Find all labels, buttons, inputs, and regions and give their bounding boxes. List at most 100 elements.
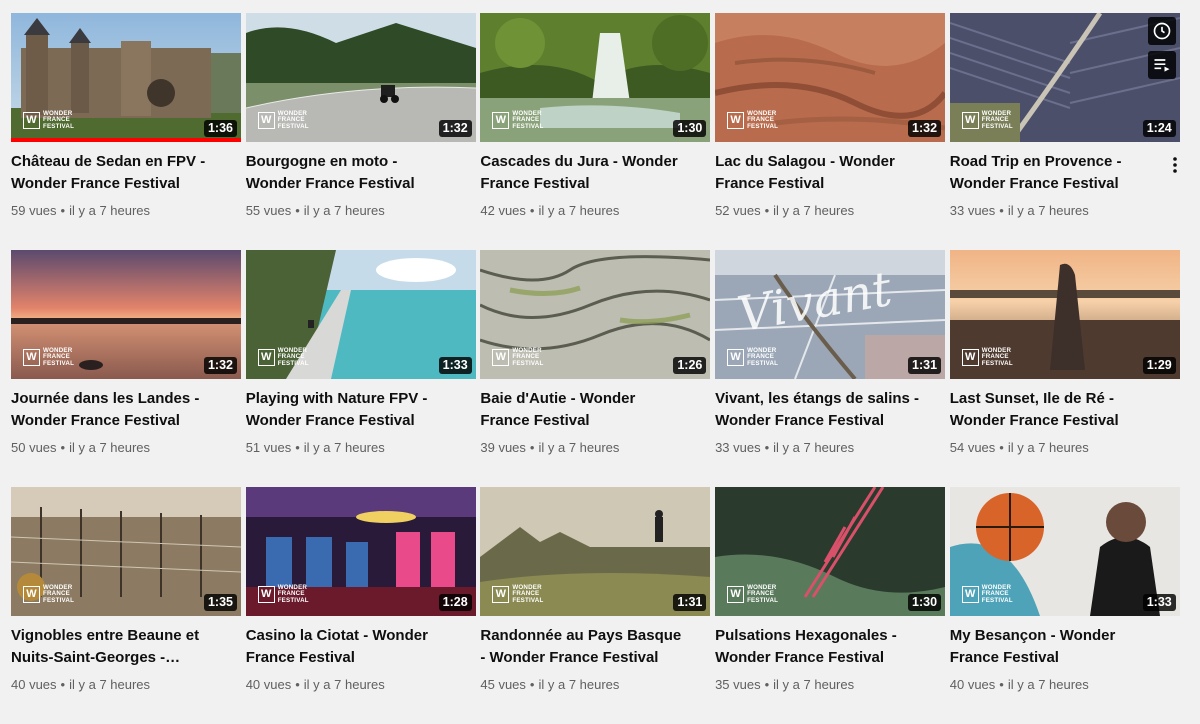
video-title[interactable]: Château de Sedan en FPV - Wonder France … — [11, 151, 216, 195]
wonder-france-festival-logo: W Wonder France Festival — [492, 347, 543, 367]
clock-icon[interactable] — [1147, 17, 1176, 45]
more-vert-icon[interactable] — [1168, 153, 1182, 177]
meta-separator: • — [999, 203, 1004, 218]
video-card[interactable]: W Wonder France Festival 1:30 Cascades d… — [480, 13, 711, 250]
watch-progress-bar — [11, 138, 241, 142]
video-thumbnail[interactable]: W Wonder France Festival 1:30 — [715, 487, 946, 616]
wonder-france-festival-logo: W Wonder France Festival — [23, 110, 74, 130]
duration-badge: 1:29 — [1142, 357, 1176, 374]
video-meta: 55 vues • il y a 7 heures — [246, 202, 476, 220]
duration-badge: 1:30 — [673, 120, 707, 137]
video-meta: 40 vues • il y a 7 heures — [246, 676, 476, 694]
video-card[interactable]: W Wonder France Festival 1:30 Pulsations… — [715, 487, 946, 724]
video-thumbnail[interactable]: W Wonder France Festival 1:32 — [715, 13, 946, 142]
video-card[interactable]: W Wonder France Festival 1:32 Lac du Sal… — [715, 13, 946, 250]
duration-badge: 1:32 — [203, 357, 237, 374]
wonder-france-festival-logo: W Wonder France Festival — [257, 584, 309, 604]
view-count: 33 vues — [715, 440, 761, 455]
upload-age: il y a 7 heures — [773, 440, 855, 455]
video-title[interactable]: Randonnée au Pays Basque - Wonder France… — [480, 625, 685, 669]
video-card[interactable]: W Wonder France Festival 1:32 Bourgogne … — [245, 13, 476, 250]
video-card[interactable]: W Wonder France Festival 1:33 Playing wi… — [245, 250, 476, 487]
video-thumbnail[interactable]: W Wonder France Festival 1:35 — [11, 487, 241, 616]
video-title[interactable]: My Besançon - Wonder France Festival — [950, 625, 1155, 669]
video-card[interactable]: Vivant W Wonder France Festival 1:31 Viv… — [715, 250, 946, 487]
view-count: 51 vues — [245, 440, 292, 455]
view-count: 40 vues — [949, 677, 996, 692]
duration-badge: 1:31 — [908, 357, 942, 374]
duration-badge: 1:33 — [438, 357, 472, 374]
wonder-france-festival-logo: W Wonder France Festival — [961, 110, 1013, 130]
wonder-france-festival-logo: W Wonder France Festival — [727, 584, 778, 604]
video-card[interactable]: W Wonder France Festival 1:32 Journée da… — [11, 250, 241, 487]
video-title[interactable]: Pulsations Hexagonales - Wonder France F… — [715, 625, 920, 669]
view-count: 33 vues — [949, 203, 996, 218]
view-count: 42 vues — [480, 203, 526, 218]
video-meta: 45 vues • il y a 7 heures — [480, 676, 710, 694]
duration-badge: 1:26 — [673, 357, 707, 374]
queue-icon[interactable] — [1147, 51, 1176, 79]
video-meta: 52 vues • il y a 7 heures — [715, 202, 945, 220]
video-card[interactable]: W Wonder France Festival 1:28 Casino la … — [245, 487, 476, 724]
video-title[interactable]: Vignobles entre Beaune et Nuits-Saint-Ge… — [11, 625, 216, 669]
video-title[interactable]: Baie d'Autie - Wonder France Festival — [480, 388, 685, 432]
meta-separator: • — [999, 677, 1004, 692]
video-thumbnail[interactable]: Vivant W Wonder France Festival 1:31 — [715, 250, 946, 379]
video-title[interactable]: Vivant, les étangs de salins - Wonder Fr… — [715, 388, 920, 432]
video-title[interactable]: Lac du Salagou - Wonder France Festival — [715, 151, 920, 195]
video-meta: 42 vues • il y a 7 heures — [480, 202, 710, 220]
video-thumbnail[interactable]: W Wonder France Festival 1:24 — [949, 13, 1180, 142]
video-card[interactable]: W Wonder France Festival 1:31 Randonnée … — [480, 487, 711, 724]
upload-age: il y a 7 heures — [1007, 203, 1089, 218]
video-thumbnail[interactable]: W Wonder France Festival 1:36 — [11, 13, 241, 142]
wonder-france-festival-logo: W Wonder France Festival — [23, 584, 74, 604]
video-meta: 40 vues • il y a 7 heures — [11, 676, 241, 694]
view-count: 45 vues — [480, 677, 526, 692]
wonder-france-festival-logo: W Wonder France Festival — [23, 347, 74, 367]
duration-badge: 1:28 — [438, 594, 472, 611]
video-title[interactable]: Road Trip en Provence - Wonder France Fe… — [950, 151, 1155, 195]
video-thumbnail[interactable]: W Wonder France Festival 1:29 — [949, 250, 1180, 379]
video-thumbnail[interactable]: W Wonder France Festival 1:32 — [11, 250, 241, 379]
view-count: 52 vues — [715, 203, 761, 218]
video-title[interactable]: Casino la Ciotat - Wonder France Festiva… — [246, 625, 451, 669]
upload-age: il y a 7 heures — [773, 203, 855, 218]
video-thumbnail[interactable]: W Wonder France Festival 1:33 — [949, 487, 1180, 616]
meta-separator: • — [295, 677, 300, 692]
meta-separator: • — [60, 203, 66, 218]
meta-separator: • — [529, 677, 535, 692]
video-card[interactable]: W Wonder France Festival 1:29 Last Sunse… — [949, 250, 1180, 487]
wonder-france-festival-logo: W Wonder France Festival — [961, 584, 1013, 604]
video-title[interactable]: Playing with Nature FPV - Wonder France … — [246, 388, 451, 432]
video-title[interactable]: Bourgogne en moto - Wonder France Festiv… — [246, 151, 451, 195]
upload-age: il y a 7 heures — [303, 203, 385, 218]
wonder-france-festival-logo: W Wonder France Festival — [492, 110, 543, 130]
video-card[interactable]: W Wonder France Festival 1:35 Vignobles … — [11, 487, 241, 724]
video-title[interactable]: Journée dans les Landes - Wonder France … — [11, 388, 216, 432]
video-thumbnail[interactable]: W Wonder France Festival 1:33 — [245, 250, 476, 379]
upload-age: il y a 7 heures — [303, 677, 385, 692]
view-count: 40 vues — [245, 677, 292, 692]
video-thumbnail[interactable]: W Wonder France Festival 1:26 — [480, 250, 711, 379]
video-meta: 54 vues • il y a 7 heures — [950, 439, 1180, 457]
duration-badge: 1:36 — [203, 120, 237, 137]
video-thumbnail[interactable]: W Wonder France Festival 1:28 — [245, 487, 476, 616]
video-meta: 33 vues • il y a 7 heures — [715, 439, 945, 457]
video-title[interactable]: Last Sunset, Ile de Ré - Wonder France F… — [950, 388, 1155, 432]
meta-separator: • — [529, 203, 535, 218]
video-meta: 50 vues • il y a 7 heures — [11, 439, 241, 457]
duration-badge: 1:32 — [438, 120, 472, 137]
video-thumbnail[interactable]: W Wonder France Festival 1:30 — [480, 13, 711, 142]
duration-badge: 1:30 — [908, 594, 942, 611]
view-count: 35 vues — [715, 677, 761, 692]
video-card[interactable]: W Wonder France Festival 1:24 Road Trip … — [949, 13, 1182, 250]
video-card[interactable]: W Wonder France Festival 1:33 My Besanço… — [949, 487, 1180, 724]
video-meta: 33 vues • il y a 7 heures — [950, 202, 1180, 220]
video-card[interactable]: W Wonder France Festival 1:36 Château de… — [11, 13, 241, 250]
meta-separator: • — [60, 440, 66, 455]
video-thumbnail[interactable]: W Wonder France Festival 1:32 — [245, 13, 476, 142]
video-title[interactable]: Cascades du Jura - Wonder France Festiva… — [480, 151, 685, 195]
video-thumbnail[interactable]: W Wonder France Festival 1:31 — [480, 487, 711, 616]
duration-badge: 1:32 — [908, 120, 942, 137]
video-card[interactable]: W Wonder France Festival 1:26 Baie d'Aut… — [480, 250, 711, 487]
